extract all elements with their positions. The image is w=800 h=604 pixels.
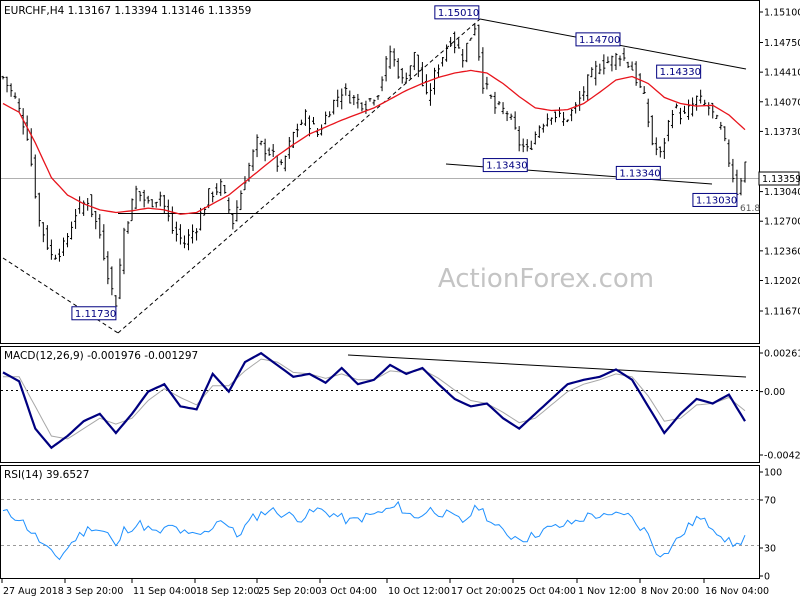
- x-axis-label: 1 Nov 12:00: [578, 586, 636, 597]
- price-panel-header: EURCHF,H4 1.13167 1.13394 1.13146 1.1335…: [4, 5, 251, 17]
- y-axis-labels: 1.15100 1.14750 1.14410 1.14070 1.13730 1.130…: [759, 8, 800, 583]
- chart-canvas: ActionForex.com 1.11730 1.15010 1.14700 1.1…: [0, 0, 800, 597]
- macd-tick-label: 0.002613: [764, 349, 800, 360]
- x-axis-labels: 27 Aug 2018 3 Sep 20:00 11 Sep 04:00 18 Sep…: [1, 579, 769, 597]
- annotation-label: 1.14700: [579, 35, 620, 46]
- macd-panel-header: MACD(12,26,9) -0.001976 -0.001297: [4, 350, 198, 362]
- watermark: ActionForex.com: [438, 264, 654, 294]
- x-axis-label: 25 Oct 04:00: [514, 586, 576, 597]
- rsi-tick-label: 30: [764, 544, 776, 555]
- price-tick-label: 1.12360: [764, 246, 800, 257]
- eurchf-h4-chart: ActionForex.com 1.11730 1.15010 1.14700 1.1…: [0, 0, 800, 600]
- x-axis-label: 25 Sep 20:00: [258, 586, 321, 597]
- fib-61-8-label: 61.8: [740, 204, 760, 214]
- price-tick-label: 1.12020: [764, 276, 800, 287]
- price-tick-label: 1.14750: [764, 38, 800, 49]
- price-annotation: 1.13340: [615, 165, 661, 180]
- price-annotation: 1.14700: [575, 32, 621, 47]
- price-annotation: 1.14330: [656, 64, 702, 79]
- annotation-label: 1.15010: [438, 8, 479, 19]
- price-tick-label: 1.11670: [764, 307, 800, 318]
- macd-tick-label: -0.004287: [764, 451, 800, 462]
- annotation-label: 1.13430: [486, 161, 527, 172]
- x-axis-label: 3 Oct 04:00: [321, 586, 377, 597]
- price-tick-label: 1.12700: [764, 217, 800, 228]
- annotation-label: 1.11730: [75, 309, 116, 320]
- price-tick-label: 1.13040: [764, 187, 800, 198]
- macd-tick-label: 0.00: [764, 387, 785, 398]
- x-axis-label: 27 Aug 2018: [3, 586, 64, 597]
- price-annotation: 1.15010: [434, 5, 480, 20]
- x-axis-label: 3 Sep 20:00: [66, 586, 123, 597]
- rsi-panel-header: RSI(14) 39.6527: [4, 469, 89, 481]
- annotation-label: 1.13340: [619, 168, 660, 179]
- rsi-tick-label: 100: [764, 468, 782, 479]
- annotation-label: 1.14330: [660, 67, 701, 78]
- x-axis-label: 11 Sep 04:00: [133, 586, 196, 597]
- price-tick-label: 1.14410: [764, 68, 800, 79]
- price-annotation: 1.11730: [71, 306, 117, 321]
- price-tick-label: 1.14070: [764, 97, 800, 108]
- rsi-tick-label: 70: [764, 496, 776, 507]
- x-axis-label: 17 Oct 20:00: [451, 586, 513, 597]
- price-tick-label: 1.13730: [764, 127, 800, 138]
- price-tick-label: 1.15100: [764, 8, 800, 19]
- rsi-panel: [0, 465, 760, 579]
- rsi-tick-label: 0: [764, 572, 770, 583]
- x-axis-label: 8 Nov 20:00: [641, 586, 699, 597]
- price-annotation: 1.13030: [692, 192, 738, 207]
- annotation-label: 1.13030: [696, 195, 737, 206]
- current-price-label: 1.13359: [762, 174, 800, 185]
- price-annotation: 1.13430: [482, 158, 528, 173]
- x-axis-label: 16 Nov 04:00: [705, 586, 769, 597]
- macd-panel: [0, 346, 760, 463]
- x-axis-label: 10 Oct 12:00: [388, 586, 450, 597]
- x-axis-label: 18 Sep 12:00: [196, 586, 259, 597]
